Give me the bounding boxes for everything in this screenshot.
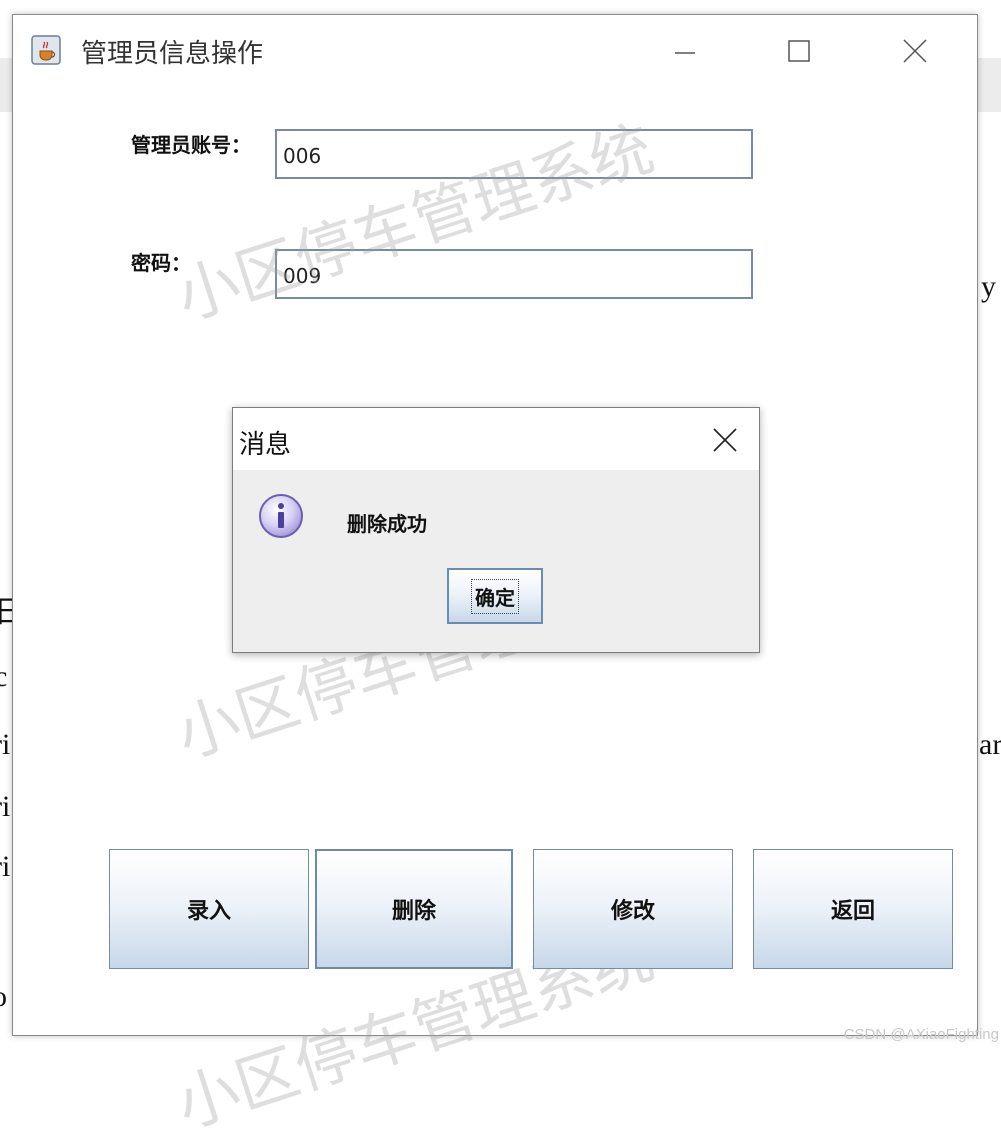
minimize-button[interactable] [655, 29, 715, 73]
back-button[interactable]: 返回 [753, 849, 953, 969]
close-icon [903, 39, 927, 63]
credit-watermark: CSDN @AXiaoFighting [843, 1026, 999, 1043]
dialog-title: 消息 [239, 430, 292, 460]
background-text: ar [979, 728, 1001, 761]
background-text: ri [0, 850, 11, 883]
password-input[interactable]: 009 [275, 249, 753, 299]
background-text: o [0, 982, 7, 1012]
close-icon [713, 428, 737, 452]
background-text: ri [0, 790, 11, 823]
ok-button[interactable]: 确定 [447, 568, 543, 624]
java-cup-icon [31, 35, 61, 65]
enter-button[interactable]: 录入 [109, 849, 309, 969]
main-window: 管理员信息操作 管理员账号： 006 密码： 009 小区停车管理系统 小区停车… [12, 14, 978, 1142]
window-title: 管理员信息操作 [81, 39, 264, 69]
account-input[interactable]: 006 [275, 129, 753, 179]
info-icon [257, 492, 305, 540]
maximize-button[interactable] [769, 29, 829, 73]
title-bar[interactable]: 管理员信息操作 [13, 15, 977, 87]
background-text: c [0, 660, 8, 693]
delete-button[interactable]: 删除 [315, 849, 513, 969]
message-dialog: 消息 删除成功 确定 [232, 407, 760, 653]
dialog-message: 删除成功 [347, 512, 427, 536]
password-label: 密码： [131, 251, 191, 275]
background-text: ri [0, 728, 11, 761]
ok-button-label: 确定 [471, 578, 519, 614]
modify-button[interactable]: 修改 [533, 849, 733, 969]
minimize-icon [675, 52, 695, 54]
account-label: 管理员账号： [131, 133, 251, 157]
dialog-title-bar[interactable]: 消息 [233, 408, 759, 470]
background-text: y [981, 270, 996, 303]
maximize-icon [788, 40, 810, 62]
dialog-close-button[interactable] [705, 420, 745, 460]
close-button[interactable] [885, 29, 945, 73]
